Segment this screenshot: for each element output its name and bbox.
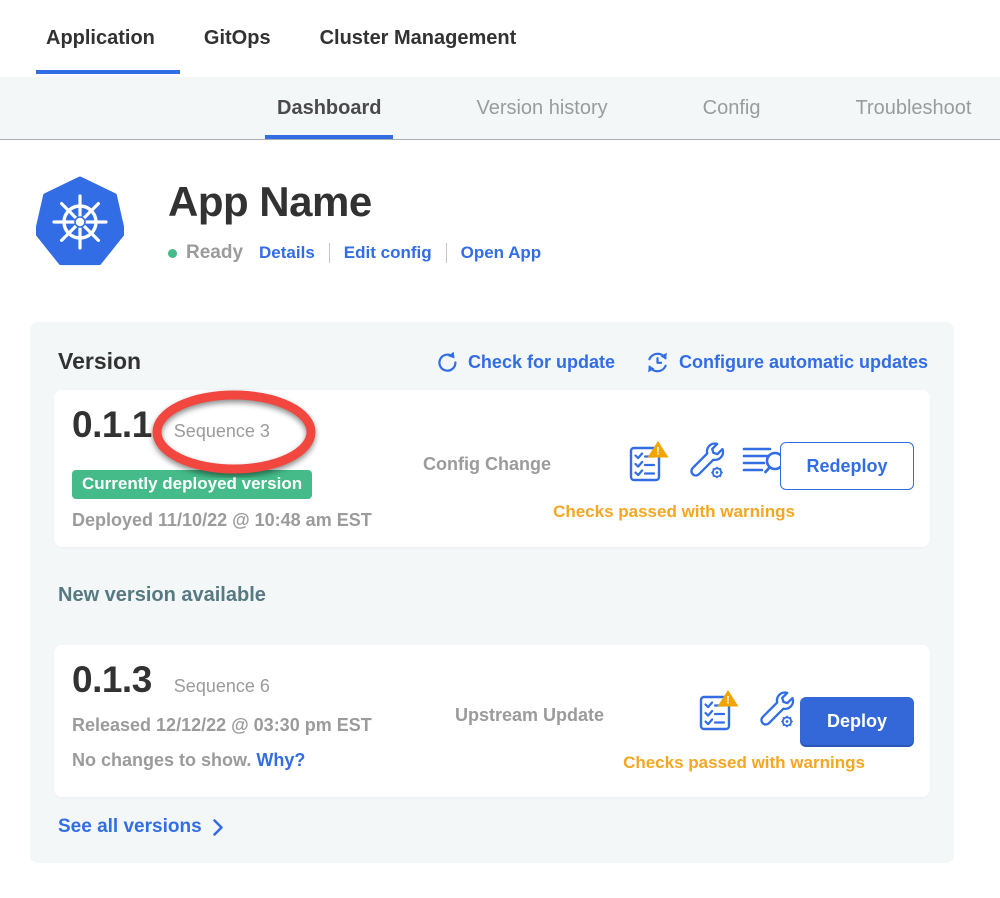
top-nav-cluster-management[interactable]: Cluster Management — [320, 0, 517, 77]
released-timestamp: Released 12/12/22 @ 03:30 pm EST — [72, 715, 372, 736]
sub-nav: Dashboard Version history Config Trouble… — [0, 77, 1000, 140]
wrench-gear-icon[interactable] — [756, 689, 796, 731]
available-checks-status[interactable]: Checks passed with warnings — [554, 753, 934, 773]
status-dot-icon — [168, 249, 177, 258]
configure-automatic-updates-button[interactable]: Configure automatic updates — [645, 350, 928, 375]
app-status-row: Ready Details Edit config Open App — [168, 242, 541, 264]
top-nav-gitops[interactable]: GitOps — [204, 0, 271, 77]
top-nav-application[interactable]: Application — [46, 0, 155, 77]
version-card-actions: Check for update Configure automatic upd… — [436, 350, 928, 375]
preflight-checklist-warning-icon[interactable]: ! — [628, 440, 670, 482]
deployed-version-line: 0.1.1 Sequence 3 — [72, 404, 270, 446]
details-link[interactable]: Details — [259, 243, 315, 263]
preflight-checklist-warning-icon[interactable]: ! — [698, 689, 740, 731]
available-version-row: 0.1.3 Sequence 6 Released 12/12/22 @ 03:… — [54, 645, 930, 797]
new-version-heading: New version available — [58, 584, 266, 607]
check-for-update-button[interactable]: Check for update — [436, 351, 615, 374]
wrench-gear-icon[interactable] — [686, 440, 726, 482]
available-version-line: 0.1.3 Sequence 6 — [72, 659, 270, 701]
deployed-source-label: Config Change — [423, 454, 551, 475]
deployed-icon-row: ! — [628, 440, 786, 482]
deployed-timestamp: Deployed 11/10/22 @ 10:48 am EST — [72, 510, 372, 531]
currently-deployed-badge: Currently deployed version — [72, 470, 312, 499]
tab-config[interactable]: Config — [703, 77, 761, 139]
tab-dashboard[interactable]: Dashboard — [277, 77, 381, 139]
see-all-versions-link[interactable]: See all versions — [58, 816, 224, 838]
app-header: App Name Ready Details Edit config Open … — [36, 176, 541, 268]
svg-text:!: ! — [656, 446, 660, 458]
refresh-icon — [436, 351, 459, 374]
tab-version-history[interactable]: Version history — [476, 77, 607, 139]
deployed-checks-status[interactable]: Checks passed with warnings — [474, 502, 874, 522]
page-title: App Name — [168, 178, 541, 226]
kubernetes-logo-icon — [36, 176, 124, 268]
no-changes-line: No changes to show. Why? — [72, 750, 305, 771]
edit-config-link[interactable]: Edit config — [344, 243, 432, 263]
deployed-version-number: 0.1.1 — [72, 404, 152, 446]
deployed-version-row: 0.1.1 Sequence 3 Currently deployed vers… — [54, 390, 930, 547]
top-nav: Application GitOps Cluster Management — [0, 0, 1000, 77]
available-version-number: 0.1.3 — [72, 659, 152, 701]
version-card-title: Version — [58, 348, 141, 375]
chevron-right-icon — [212, 818, 224, 837]
open-app-link[interactable]: Open App — [461, 243, 542, 263]
divider — [329, 243, 330, 263]
svg-text:!: ! — [726, 695, 730, 707]
available-sequence-label: Sequence 6 — [174, 676, 270, 697]
auto-update-clock-icon — [645, 350, 670, 375]
version-card: Version Check for update Configure autom… — [30, 322, 954, 863]
redeploy-button[interactable]: Redeploy — [780, 442, 914, 490]
tab-troubleshoot[interactable]: Troubleshoot — [855, 77, 971, 139]
status-badge: Ready — [186, 242, 243, 264]
why-link[interactable]: Why? — [256, 750, 305, 770]
divider — [446, 243, 447, 263]
available-source-label: Upstream Update — [455, 705, 604, 726]
deployed-sequence-label: Sequence 3 — [174, 421, 270, 442]
available-icon-row: ! — [698, 689, 796, 731]
deploy-button[interactable]: Deploy — [800, 697, 914, 745]
